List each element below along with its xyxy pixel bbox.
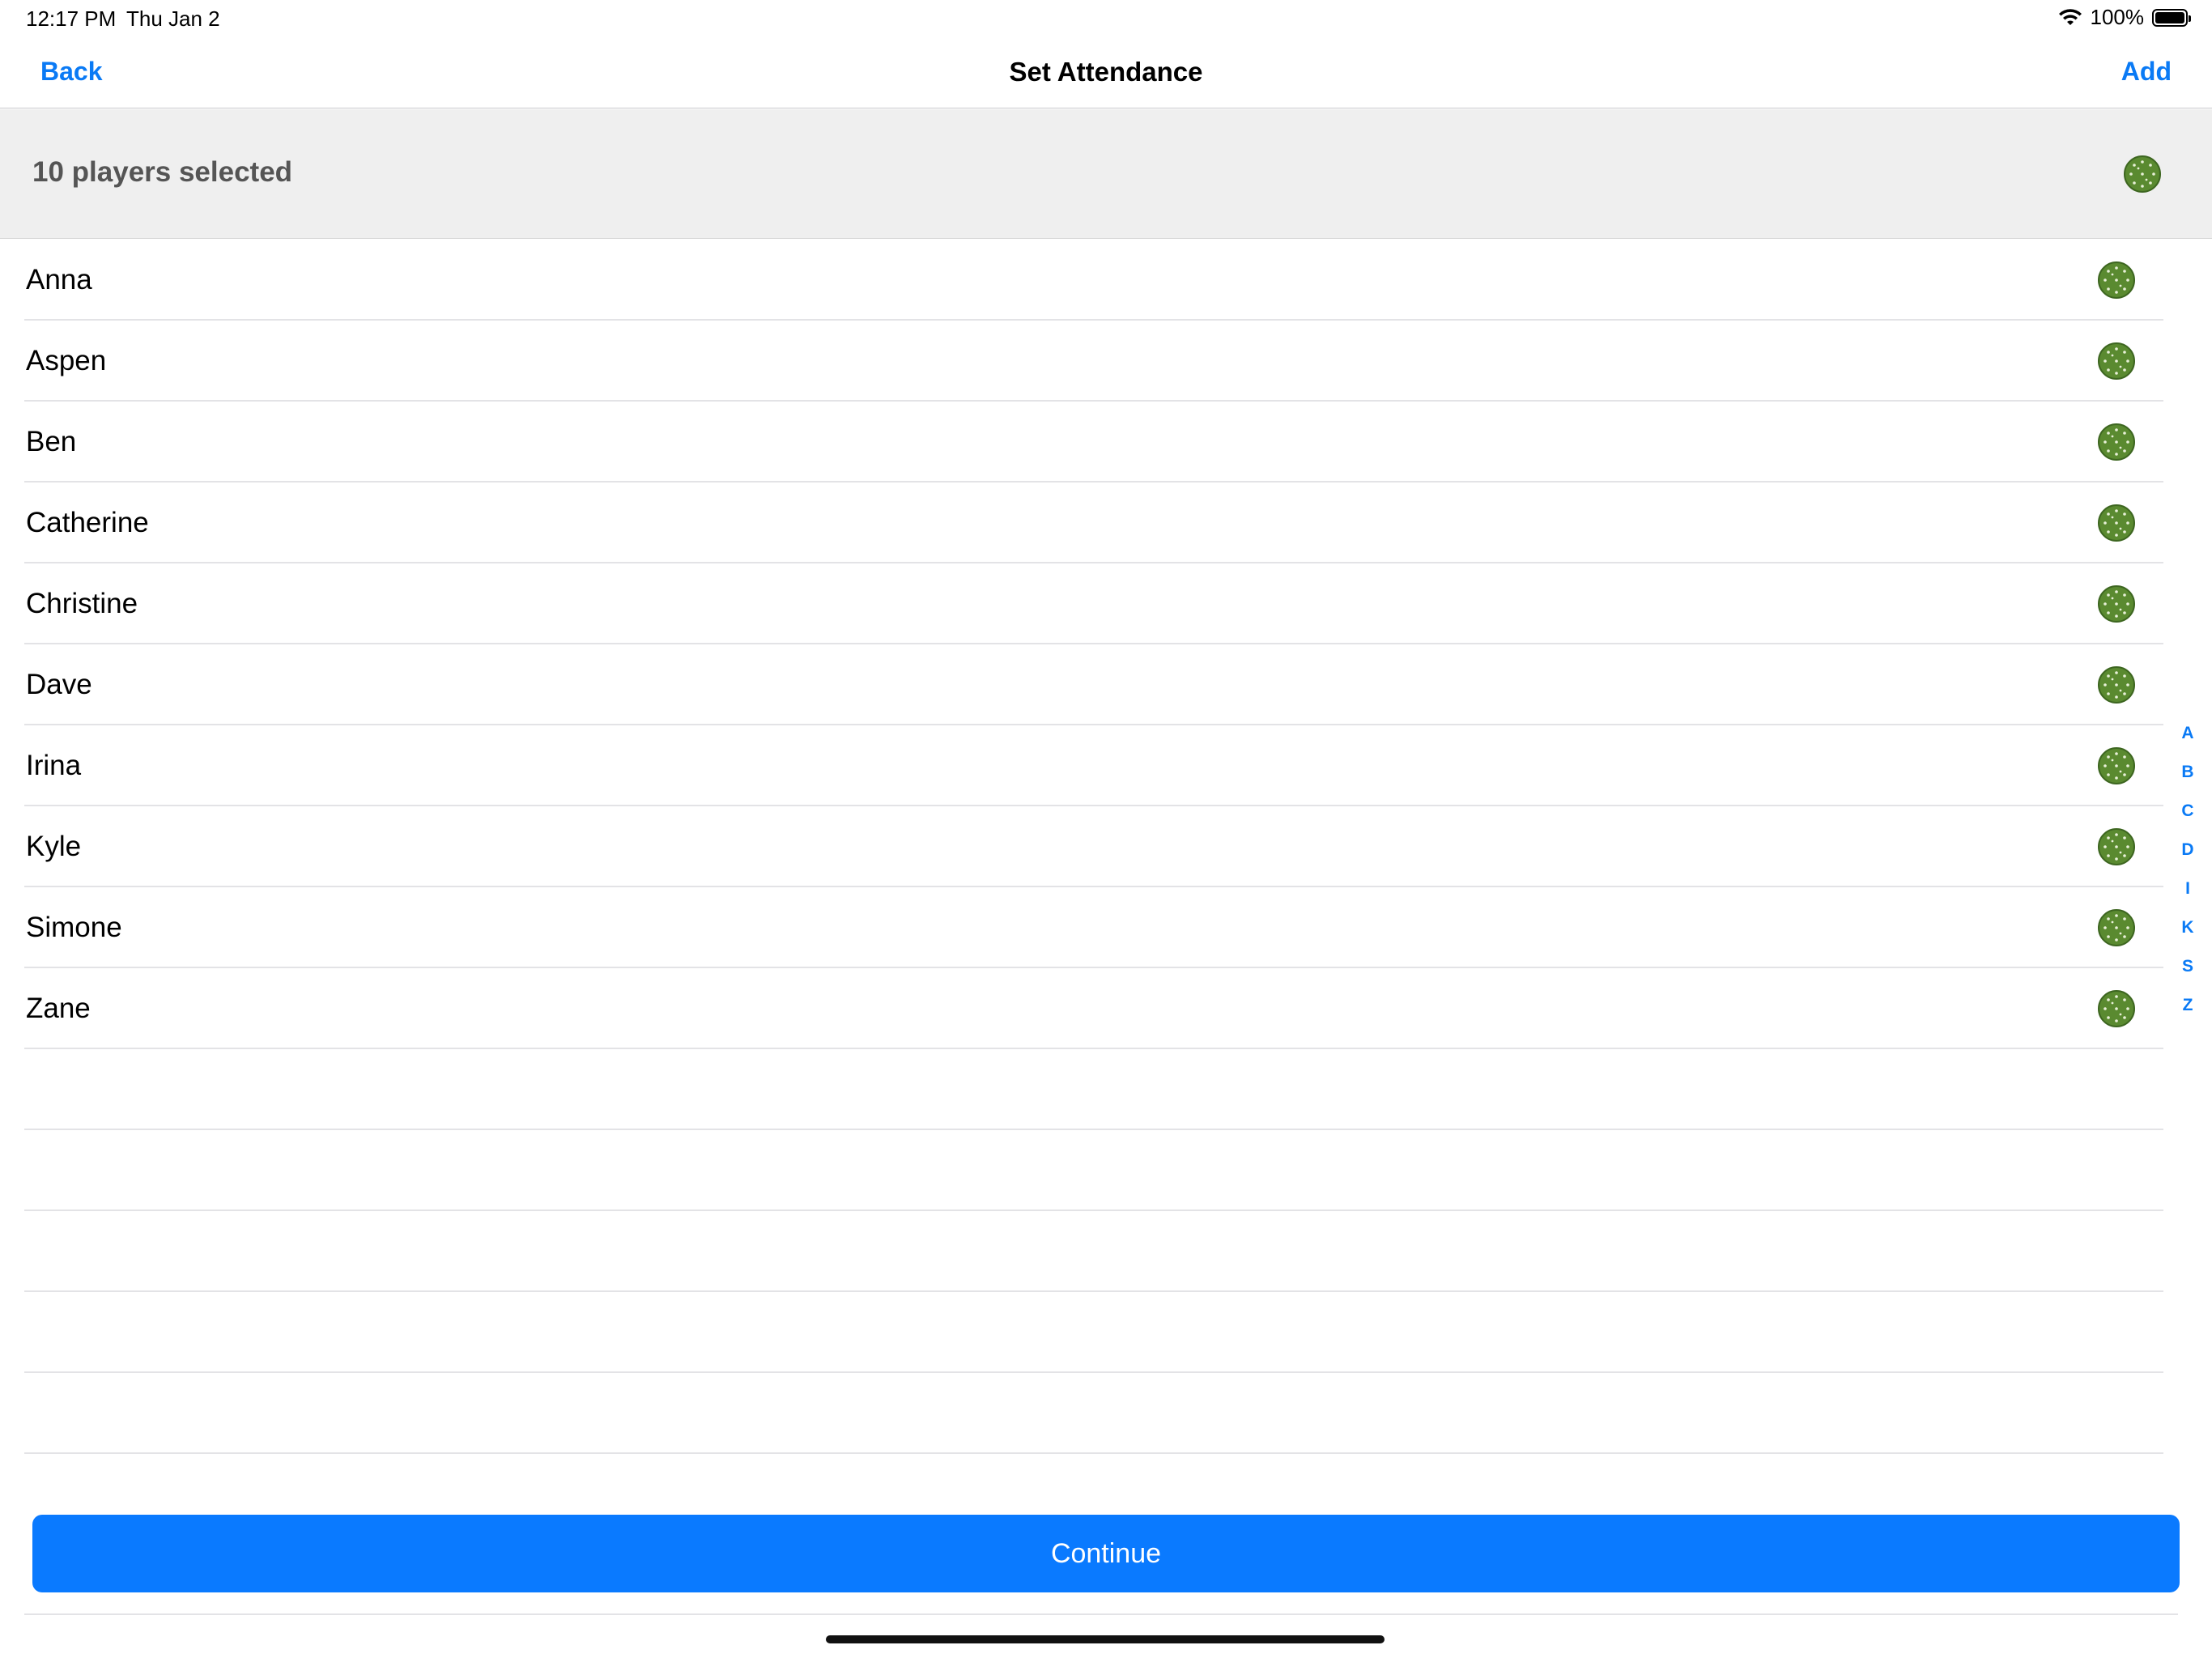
- home-indicator: [826, 1635, 1385, 1643]
- battery-icon: [2152, 8, 2191, 27]
- player-name: Irina: [26, 750, 82, 781]
- player-row[interactable]: Kyle: [0, 806, 2212, 887]
- empty-row: [0, 1373, 2212, 1454]
- player-row[interactable]: Simone: [0, 887, 2212, 968]
- empty-row: [0, 1211, 2212, 1292]
- player-row[interactable]: Ben: [0, 402, 2212, 483]
- attendance-pickleball-icon[interactable]: [2097, 504, 2136, 542]
- section-index[interactable]: ABCDIKSZ: [2180, 721, 2196, 1031]
- index-letter[interactable]: C: [2180, 798, 2196, 837]
- player-name: Zane: [26, 993, 91, 1024]
- player-row[interactable]: Catherine: [0, 483, 2212, 563]
- wifi-icon: [2058, 8, 2082, 25]
- player-name: Catherine: [26, 507, 149, 538]
- selection-count: 10 players selected: [32, 156, 293, 188]
- empty-row: [0, 1130, 2212, 1211]
- player-name: Christine: [26, 588, 138, 619]
- row-divider: [24, 1452, 2163, 1454]
- attendance-pickleball-icon[interactable]: [2097, 261, 2136, 300]
- player-name: Dave: [26, 669, 92, 700]
- index-letter[interactable]: S: [2180, 954, 2196, 993]
- player-row[interactable]: Dave: [0, 644, 2212, 725]
- status-right: 100%: [2058, 5, 2191, 30]
- status-date: Thu Jan 2: [126, 6, 220, 31]
- status-bar: 12:17 PM Thu Jan 2 100%: [0, 0, 2212, 39]
- battery-percent: 100%: [2090, 5, 2145, 29]
- index-letter[interactable]: A: [2180, 721, 2196, 759]
- player-row[interactable]: Aspen: [0, 321, 2212, 402]
- attendance-pickleball-icon[interactable]: [2097, 989, 2136, 1028]
- attendance-pickleball-icon[interactable]: [2097, 585, 2136, 623]
- player-row[interactable]: Anna: [0, 240, 2212, 321]
- navigation-bar: Back Set Attendance Add: [0, 39, 2212, 108]
- player-name: Anna: [26, 264, 92, 295]
- status-time: 12:17 PM: [26, 6, 117, 31]
- empty-row: [0, 1292, 2212, 1373]
- attendance-pickleball-icon[interactable]: [2097, 827, 2136, 866]
- add-button[interactable]: Add: [2121, 57, 2172, 87]
- player-name: Kyle: [26, 831, 82, 862]
- index-letter[interactable]: D: [2180, 837, 2196, 876]
- selection-header: 10 players selected: [0, 109, 2212, 239]
- player-row[interactable]: Zane: [0, 968, 2212, 1049]
- players-table: Anna Aspen Ben Catherine Christine Dave Irina K…: [0, 240, 2212, 1454]
- index-letter[interactable]: B: [2180, 759, 2196, 798]
- attendance-pickleball-icon[interactable]: [2097, 746, 2136, 785]
- empty-row: [0, 1049, 2212, 1130]
- player-row[interactable]: Christine: [0, 563, 2212, 644]
- index-letter[interactable]: Z: [2180, 993, 2196, 1031]
- page-title: Set Attendance: [1009, 57, 1203, 87]
- attendance-pickleball-icon[interactable]: [2097, 342, 2136, 380]
- select-all-pickleball-icon[interactable]: [2123, 155, 2162, 193]
- player-name: Ben: [26, 426, 77, 457]
- player-row[interactable]: Irina: [0, 725, 2212, 806]
- divider: [24, 1613, 2178, 1615]
- attendance-pickleball-icon[interactable]: [2097, 665, 2136, 704]
- attendance-pickleball-icon[interactable]: [2097, 423, 2136, 461]
- player-name: Aspen: [26, 345, 107, 376]
- continue-button[interactable]: Continue: [32, 1515, 2180, 1592]
- attendance-pickleball-icon[interactable]: [2097, 908, 2136, 947]
- index-letter[interactable]: I: [2180, 876, 2196, 915]
- player-name: Simone: [26, 912, 122, 943]
- index-letter[interactable]: K: [2180, 915, 2196, 954]
